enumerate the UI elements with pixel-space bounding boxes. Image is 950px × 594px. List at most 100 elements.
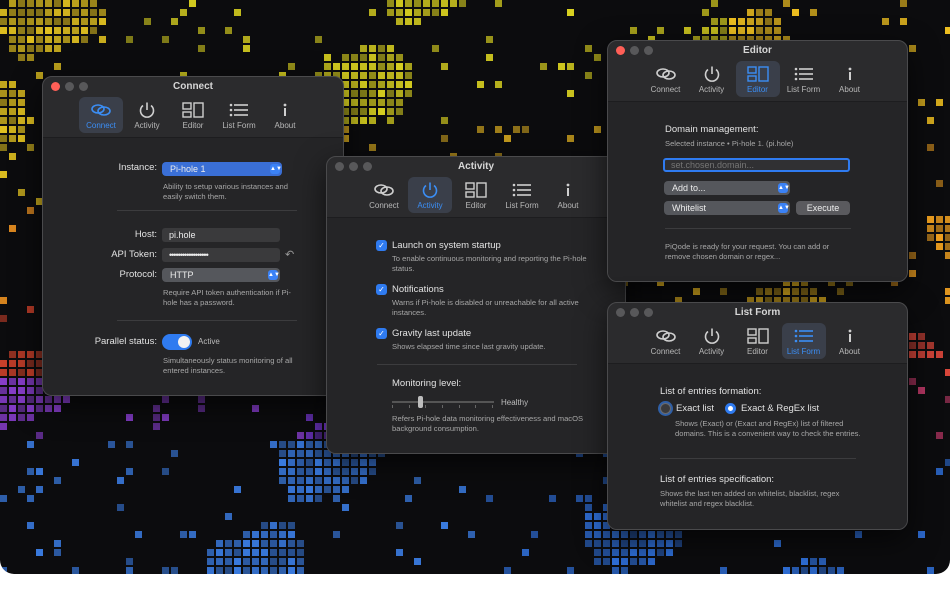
notifications-checkbox[interactable]: ✓ [376,284,387,295]
tab-list-form[interactable]: List Form [500,177,544,213]
pixel [738,18,745,25]
pixel [288,63,295,70]
tab-list-form[interactable]: List Form [782,61,826,97]
tab-label: List Form [786,347,821,356]
pixel [27,351,34,358]
pixel [459,0,466,7]
pixel [423,9,430,16]
tab-editor[interactable]: Editor [171,97,215,133]
pixel [378,81,385,88]
pixel [9,0,16,7]
pixel [9,36,16,43]
pixel [774,18,781,25]
pixel [369,117,376,124]
tab-list-form[interactable]: List Form [781,323,826,359]
zoom-button[interactable] [644,308,653,317]
exact-list-radio[interactable] [660,403,671,414]
pixel [351,108,358,115]
pixel [279,522,286,529]
tab-connect[interactable]: Connect [79,97,123,133]
pixel [0,405,7,412]
monitoring-slider[interactable] [392,396,494,408]
minimize-button[interactable] [349,162,358,171]
close-button[interactable] [51,82,60,91]
pixel [405,63,412,70]
pixel [243,540,250,547]
execute-button[interactable]: Execute [796,201,850,215]
pixel [396,549,403,556]
pixel [45,396,52,403]
zoom-button[interactable] [363,162,372,171]
domain-input[interactable] [663,158,850,172]
gravity-checkbox[interactable]: ✓ [376,328,387,339]
pixel [945,369,950,376]
pixel [585,540,592,547]
pixel [918,387,925,394]
tab-connect[interactable]: Connect [362,177,406,213]
pixel [297,450,304,457]
pixel [936,216,943,223]
protocol-popup[interactable]: HTTP ▲▼ [162,268,280,282]
tab-about[interactable]: About [263,97,307,133]
pixel [369,108,376,115]
instance-popup[interactable]: Pi-hole 1 ▲▼ [162,162,282,176]
pixel [909,351,916,358]
pixel [810,288,817,295]
pixel [288,486,295,493]
tab-activity[interactable]: Activity [408,177,452,213]
pixel [18,108,25,115]
pixel [45,0,52,7]
api-token-field[interactable]: •••••••••••••••••• [162,248,280,262]
tab-about[interactable]: About [828,323,872,359]
pixel [108,441,115,448]
pixel [612,558,619,565]
list-type-popup[interactable]: Whitelist ▲▼ [664,201,790,215]
parallel-status-toggle[interactable] [162,334,192,350]
minimize-button[interactable] [65,82,74,91]
pixel [225,27,232,34]
pixel [945,216,950,223]
tab-activity[interactable]: Activity [125,97,169,133]
tab-about[interactable]: About [828,61,872,97]
connect-window: Connect Connect Activity Editor List Form Ab… [42,76,344,396]
pixel [603,531,610,538]
tab-activity[interactable]: Activity [690,323,734,359]
tab-editor[interactable]: Editor [736,323,780,359]
tab-editor[interactable]: Editor [735,61,780,97]
launch-checkbox[interactable]: ✓ [376,240,387,251]
tab-connect[interactable]: Connect [644,323,688,359]
tab-editor[interactable]: Editor [454,177,498,213]
slider-knob[interactable] [418,396,423,408]
pixel [396,522,403,529]
list-form-titlebar: List Form [608,303,907,323]
pixel [36,45,43,52]
add-to-popup[interactable]: Add to... ▲▼ [664,181,790,195]
tab-connect[interactable]: Connect [644,61,688,97]
popup-arrows-icon: ▲▼ [270,164,282,174]
tab-about[interactable]: About [546,177,590,213]
pixel [648,558,655,565]
minimize-button[interactable] [630,46,639,55]
exact-regex-radio[interactable] [725,403,736,414]
pixel [243,549,250,556]
tab-activity[interactable]: Activity [690,61,734,97]
pixel [243,531,250,538]
zoom-button[interactable] [79,82,88,91]
pixel [216,567,223,574]
zoom-button[interactable] [644,46,653,55]
pixel [720,288,727,295]
pixel [306,450,313,457]
pixel [27,369,34,376]
minimize-button[interactable] [630,308,639,317]
pixel [18,36,25,43]
close-button[interactable] [616,308,625,317]
close-button[interactable] [335,162,344,171]
pixel [918,531,925,538]
reveal-token-icon[interactable]: ↶ [285,248,294,261]
pixel [369,72,376,79]
tab-list-form[interactable]: List Form [217,97,261,133]
pixel [468,531,475,538]
pixel [27,522,34,529]
close-button[interactable] [616,46,625,55]
host-field[interactable]: pi.hole [162,228,280,242]
